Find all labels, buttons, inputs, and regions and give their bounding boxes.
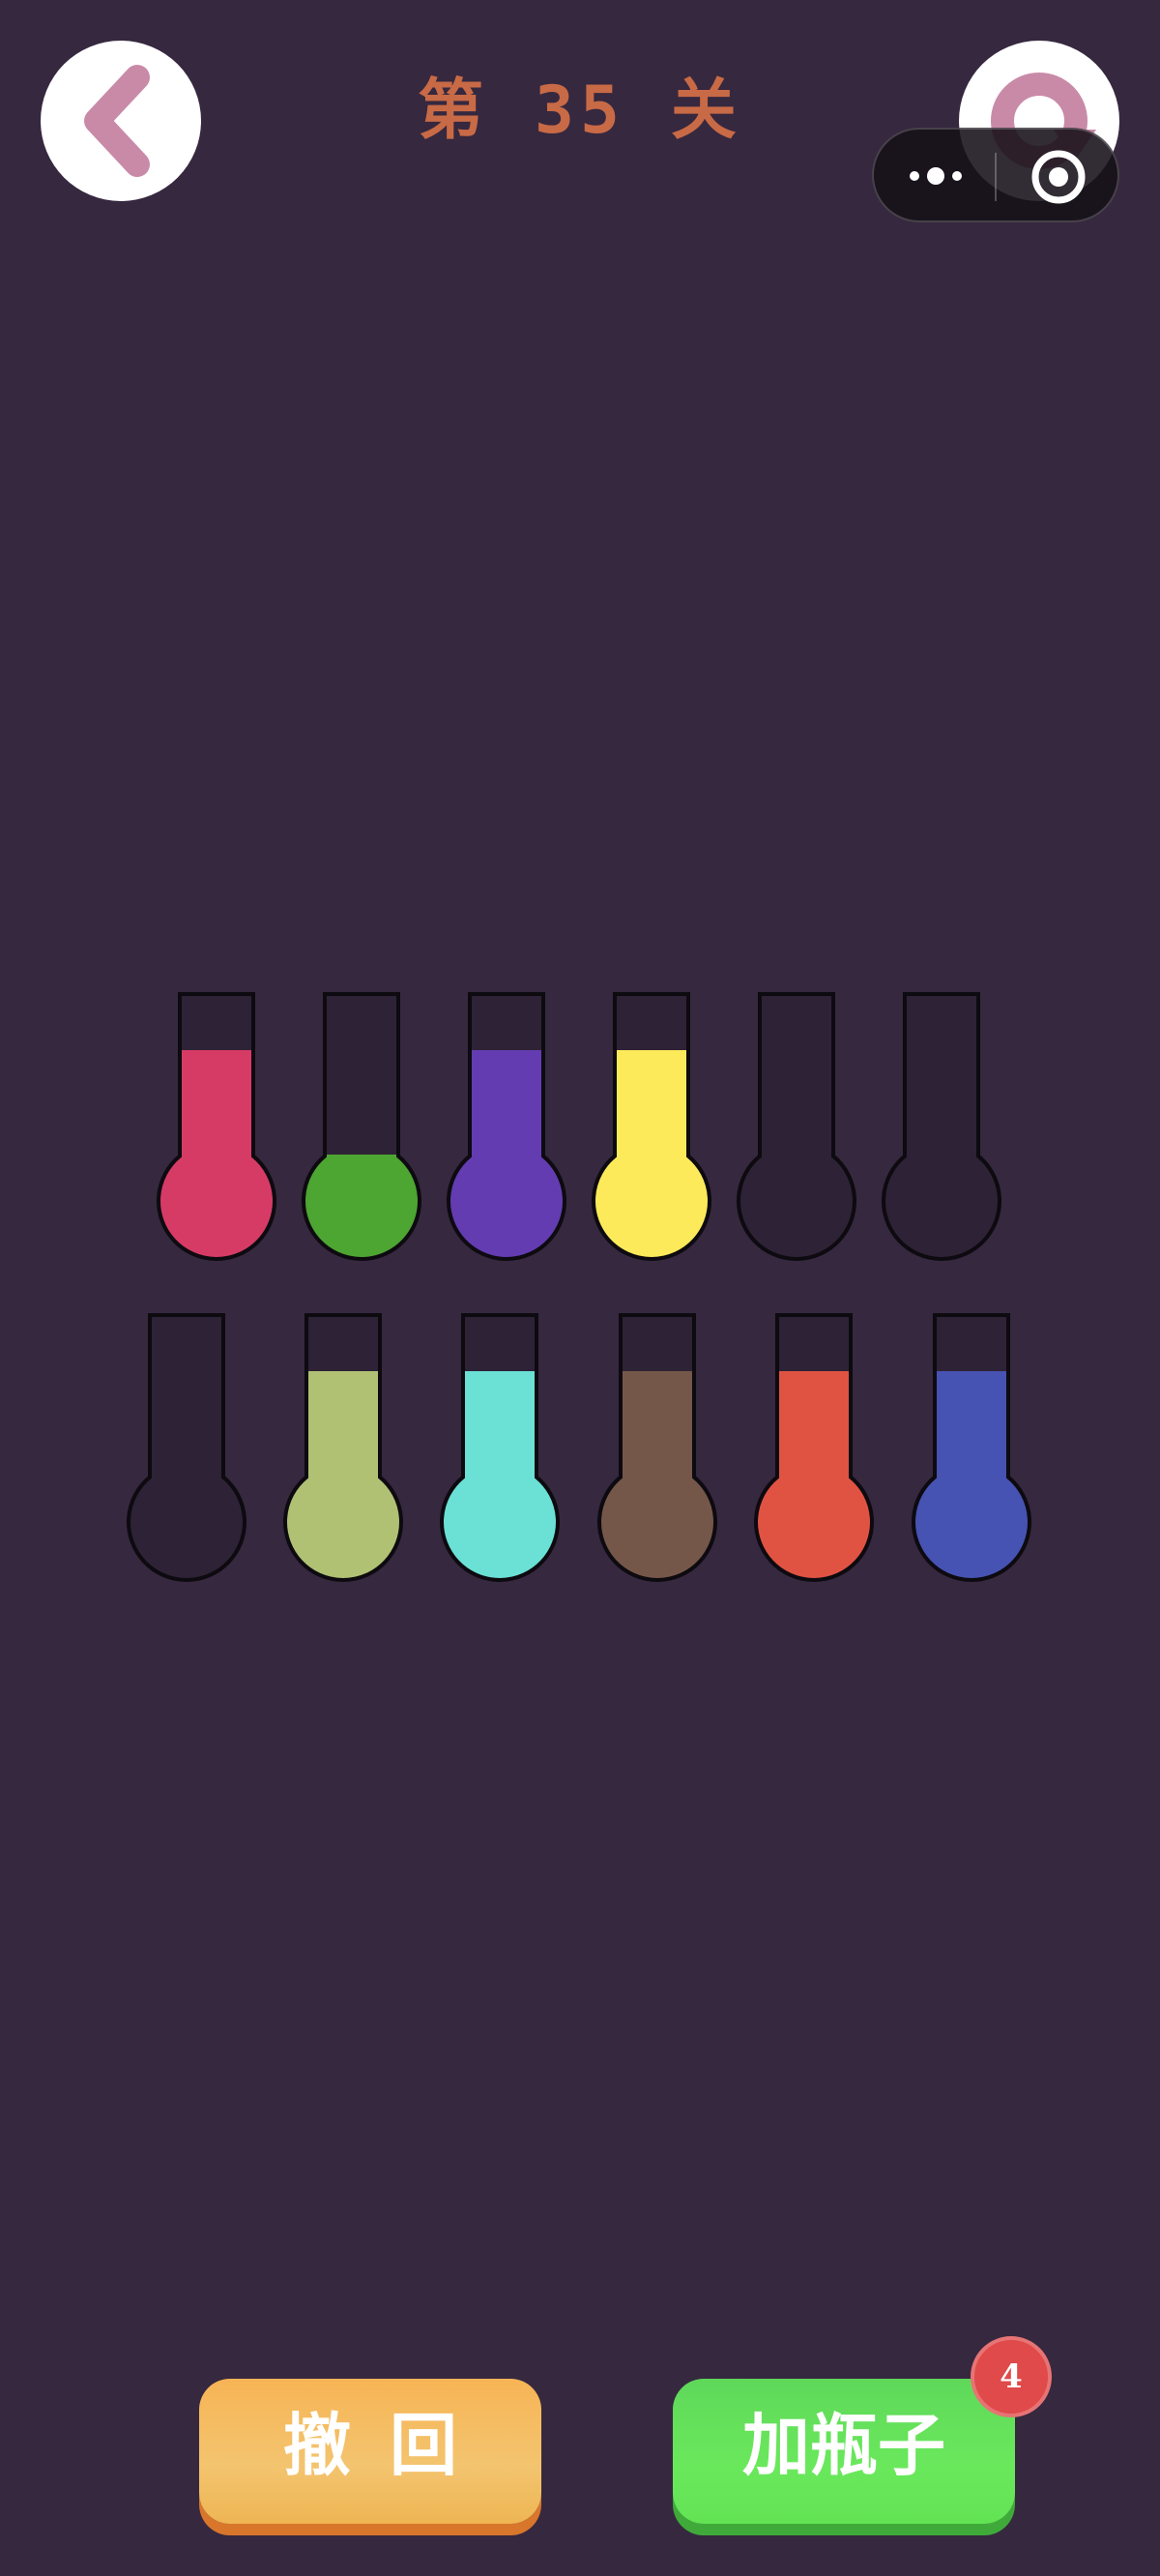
tube[interactable] — [157, 992, 276, 1261]
tube-liquid — [599, 1371, 715, 1581]
tube[interactable] — [440, 1313, 560, 1582]
tube[interactable] — [912, 1313, 1031, 1582]
tube-board — [127, 992, 1031, 1582]
tube[interactable] — [447, 992, 566, 1261]
tube[interactable] — [127, 1313, 246, 1582]
tube[interactable] — [754, 1313, 874, 1582]
tube-liquid — [159, 1050, 275, 1260]
tube[interactable] — [592, 992, 711, 1261]
tube[interactable] — [597, 1313, 717, 1582]
add-bottle-button[interactable]: 加瓶子 — [673, 2379, 1015, 2524]
tube-liquid — [442, 1371, 558, 1580]
undo-button[interactable]: 撤回 — [199, 2379, 541, 2524]
tube-liquid — [304, 1155, 420, 1260]
tube[interactable] — [737, 992, 856, 1261]
tube-glass — [883, 994, 1000, 1260]
tube-liquid — [285, 1371, 401, 1581]
add-bottle-count-badge: 4 — [971, 2336, 1052, 2417]
tube-liquid — [755, 1371, 873, 1581]
tube-liquid — [914, 1371, 1030, 1581]
tube-liquid — [448, 1050, 565, 1260]
tube[interactable] — [302, 992, 421, 1261]
tube[interactable] — [283, 1313, 403, 1582]
tube-glass — [128, 1315, 245, 1581]
tube-glass — [738, 994, 855, 1259]
tube[interactable] — [882, 992, 1001, 1261]
tube-liquid — [594, 1050, 710, 1259]
